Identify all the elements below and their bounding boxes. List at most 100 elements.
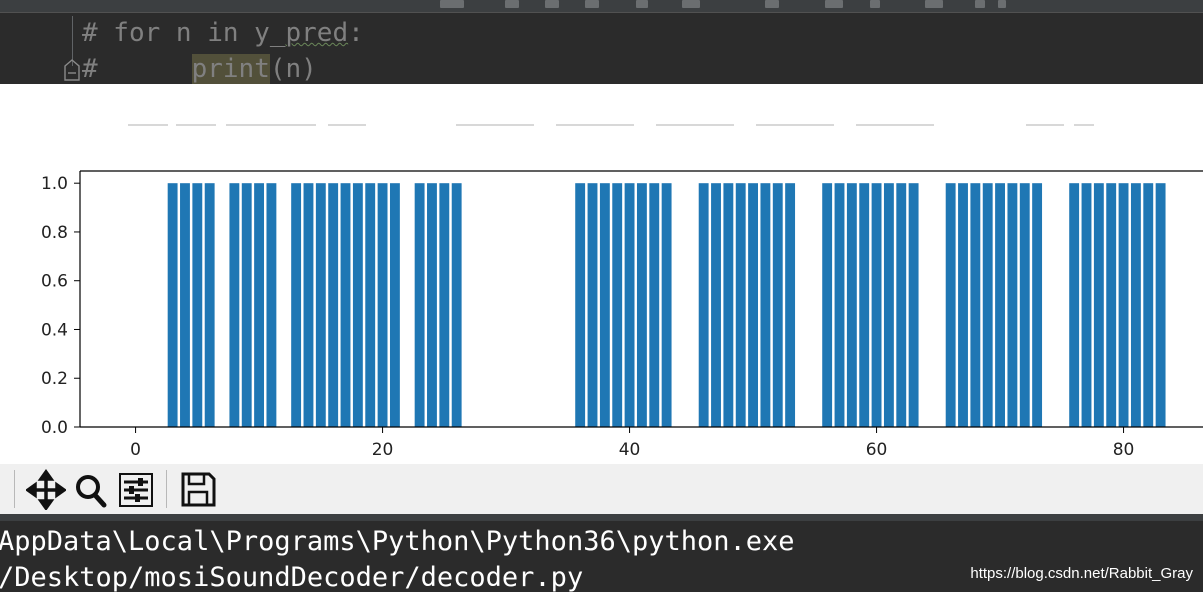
y-tick-label: 0.4	[41, 320, 68, 340]
y-tick-label: 0.8	[41, 223, 68, 243]
bar	[945, 183, 956, 427]
code-text: (n)	[269, 54, 317, 84]
bar	[414, 183, 425, 427]
toolbar-glyph[interactable]	[998, 0, 1006, 8]
bar	[427, 183, 437, 427]
bar	[328, 183, 339, 427]
code-warning-token: pred	[285, 18, 349, 48]
bar	[958, 183, 968, 427]
toolbar-glyph[interactable]	[585, 0, 599, 8]
code-line[interactable]: # for n in y_pred:	[82, 18, 364, 48]
bar	[711, 183, 721, 427]
x-tick-label: 60	[866, 440, 888, 460]
bar	[180, 183, 190, 427]
bar	[846, 183, 857, 427]
bar	[1081, 183, 1092, 427]
bar	[192, 183, 203, 427]
bar	[748, 183, 758, 427]
bar	[599, 183, 610, 427]
bar	[834, 183, 845, 427]
bar	[661, 183, 672, 427]
bar	[241, 183, 252, 427]
console-line: AppData\Local\Programs\Python\Python36\p…	[0, 526, 795, 557]
bar	[871, 183, 882, 427]
watermark-text: https://blog.csdn.net/Rabbit_Gray	[970, 565, 1193, 582]
toolbar-glyph[interactable]	[925, 0, 943, 8]
bar	[612, 183, 623, 427]
code-text: # for n in y_	[82, 18, 286, 48]
gutter-marker	[0, 58, 6, 72]
bar	[982, 183, 993, 427]
bar	[229, 183, 240, 427]
bar	[1118, 183, 1129, 427]
floppy-disk-icon[interactable]	[178, 468, 218, 510]
y-tick-label: 1.0	[41, 174, 68, 194]
bar	[377, 183, 388, 427]
bar-chart: 0.0 0.2 0.4 0.6 0.8 1.0 0 20 40 60 80	[41, 170, 1203, 460]
bar	[698, 183, 709, 427]
bar	[735, 183, 746, 427]
bar	[1007, 183, 1018, 427]
bar	[723, 183, 734, 427]
bar	[365, 183, 376, 427]
bar	[352, 183, 363, 427]
sliders-icon[interactable]	[116, 468, 156, 510]
bar	[1106, 183, 1117, 427]
bar	[389, 183, 400, 427]
bar	[575, 183, 586, 427]
bar	[1143, 183, 1154, 427]
bar	[587, 183, 598, 427]
fold-minus-icon[interactable]	[62, 58, 82, 82]
toolbar-glyph[interactable]	[825, 0, 843, 8]
y-tick-label: 0.0	[41, 418, 68, 438]
x-tick-label: 20	[372, 440, 394, 460]
bar	[1032, 183, 1043, 427]
bar	[760, 183, 771, 427]
magnifier-icon[interactable]	[70, 468, 110, 510]
bar	[636, 183, 647, 427]
bar	[1093, 183, 1104, 427]
bar	[970, 183, 981, 427]
move-arrows-icon[interactable]	[26, 468, 66, 510]
toolbar-glyph[interactable]	[636, 0, 648, 8]
bar	[315, 183, 326, 427]
console-header-strip	[0, 514, 1203, 521]
y-tick-label: 0.2	[41, 369, 68, 389]
x-tick-label: 40	[619, 440, 641, 460]
toolbar-separator	[14, 470, 15, 508]
code-text: #	[82, 54, 192, 84]
bar	[822, 183, 833, 427]
x-tick-label: 0	[130, 440, 141, 460]
bar	[859, 183, 870, 427]
toolbar-glyph[interactable]	[975, 0, 985, 8]
toolbar-glyph[interactable]	[440, 0, 464, 8]
code-text: :	[348, 18, 364, 48]
bar	[896, 183, 907, 427]
bar	[254, 183, 265, 427]
bar	[772, 183, 783, 427]
toolbar-glyph[interactable]	[505, 0, 519, 8]
ide-toolbar	[0, 0, 1203, 13]
console-line: /Desktop/mosiSoundDecoder/decoder.py	[0, 562, 584, 593]
bar	[1019, 183, 1030, 427]
bar	[883, 183, 894, 427]
bar	[291, 183, 302, 427]
run-console[interactable]: AppData\Local\Programs\Python\Python36\p…	[0, 514, 1203, 593]
toolbar-glyph[interactable]	[870, 0, 880, 8]
code-line[interactable]: # print(n)	[82, 54, 317, 84]
toolbar-glyph[interactable]	[545, 0, 559, 8]
bar	[624, 183, 635, 427]
y-tick-label: 0.6	[41, 272, 68, 292]
x-tick-label: 80	[1113, 440, 1135, 460]
bar	[1069, 183, 1080, 427]
configure-icon[interactable]	[0, 468, 8, 510]
code-editor-pane[interactable]: # for n in y_pred: # print(n)	[0, 0, 1203, 84]
code-highlighted-token: print	[191, 54, 270, 84]
bar	[439, 183, 450, 427]
bar	[303, 183, 314, 427]
matplotlib-figure: 0.0 0.2 0.4 0.6 0.8 1.0 0 20 40 60 80	[0, 84, 1203, 464]
bar	[908, 183, 919, 427]
toolbar-glyph[interactable]	[682, 0, 700, 8]
toolbar-glyph[interactable]	[765, 0, 779, 8]
toolbar-separator	[166, 470, 167, 508]
